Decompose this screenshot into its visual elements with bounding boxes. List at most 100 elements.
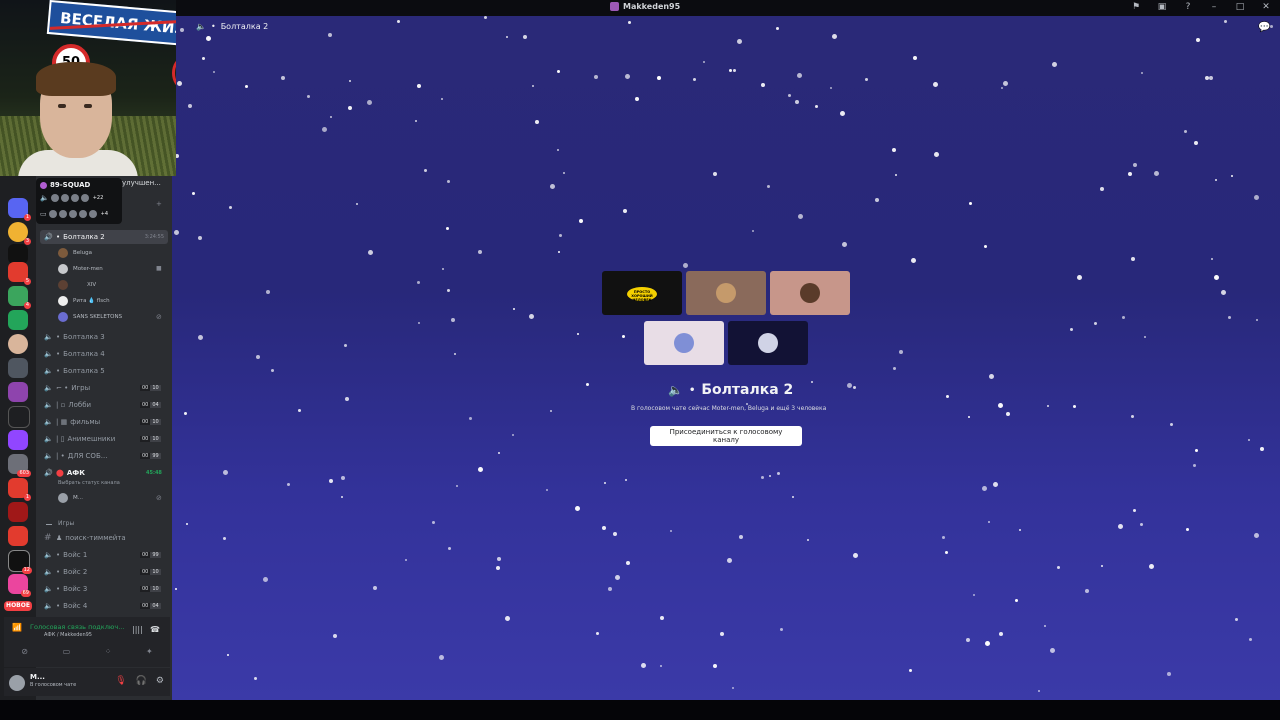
channel-filmy[interactable]: 🔈 | ▦ фильмы 00 10 [44, 415, 161, 429]
user-limit: 00 04 [140, 402, 161, 408]
voice-location[interactable]: АФК / Makkeden95 [44, 632, 92, 638]
snowflake [532, 85, 534, 87]
server-icon[interactable]: 69 [8, 574, 31, 597]
headphones-icon[interactable]: 🎧 [136, 676, 147, 686]
film-icon: | ▦ [56, 418, 68, 426]
voice-member[interactable]: Рита 💧 flsch [58, 294, 110, 308]
user-max: 10 [150, 569, 161, 575]
server-icon[interactable] [8, 382, 28, 402]
disconnect-icon[interactable]: ☎ [150, 625, 160, 634]
server-icon[interactable] [8, 526, 28, 546]
voice-status[interactable]: Голосовая связь подключ... [30, 623, 124, 631]
help-icon[interactable]: ? [1182, 2, 1194, 12]
snowflake [328, 33, 332, 37]
snowflake [186, 523, 188, 525]
voice-member[interactable]: XIV [58, 278, 96, 292]
voice-member[interactable]: Moter-men [58, 262, 103, 276]
separator-dot: • [56, 568, 61, 576]
add-icon[interactable]: + [156, 200, 162, 208]
channel-bolltalka-5[interactable]: 🔈 • Болталка 5 [44, 364, 105, 378]
participant-tile[interactable] [644, 321, 724, 365]
user-limit: 00 10 [140, 586, 161, 592]
server-icon[interactable]: 4 [8, 286, 31, 309]
channel-lobby[interactable]: 🔈 | ▫ Лобби 00 04 [44, 398, 161, 412]
mic-muted-icon[interactable]: 🎙 [115, 676, 126, 686]
channel-voys-2[interactable]: 🔈 • Войс 2 00 10 [44, 565, 161, 579]
screen-share-icon[interactable]: ▭ [63, 647, 71, 656]
channel-poisk-timmeyta[interactable]: # ♟ поиск-тиммейта [44, 531, 126, 545]
camera-icon: ■ [156, 265, 162, 272]
server-icon[interactable]: 5 [8, 262, 31, 285]
channel-bolltalka-3[interactable]: 🔈 • Болталка 3 [44, 330, 105, 344]
voice-member[interactable]: M... [58, 491, 83, 505]
snowflake [968, 416, 970, 418]
snowflake [1050, 648, 1055, 653]
server-icon[interactable]: 603 [8, 454, 31, 477]
channel-igry[interactable]: 🔈 ⌐ • Игры 00 10 [44, 381, 161, 395]
avatar [58, 248, 68, 258]
channel-dlya-sob[interactable]: 🔈 | • ДЛЯ СОБ... 00 99 [44, 449, 161, 463]
road-sign: ВЕСЕЛАЯ ЖИЗ [46, 0, 176, 47]
snowflake [484, 16, 487, 19]
snowflake [720, 632, 724, 636]
snowflake [713, 664, 717, 668]
close-icon[interactable]: ✕ [1260, 2, 1272, 12]
server-icon[interactable] [8, 244, 28, 264]
separator-dot: • [688, 384, 696, 396]
soundboard-icon[interactable]: ✦ [146, 647, 153, 656]
channel-status[interactable]: Выбрать статус канала [58, 480, 120, 486]
snowflake [1196, 38, 1200, 42]
user-avatar[interactable] [9, 675, 25, 691]
channel-afk[interactable]: 🔊 ⬤ АФК 45:48 [44, 466, 162, 480]
minimize-icon[interactable]: – [1208, 2, 1220, 12]
snowflake [909, 669, 912, 672]
category-igry[interactable]: Игры [58, 520, 74, 527]
avatar [60, 194, 69, 202]
server-icon[interactable] [8, 358, 28, 378]
camera-off-icon[interactable]: ⊘ [21, 647, 28, 656]
twitch-icon[interactable] [8, 430, 28, 450]
maximize-icon[interactable]: □ [1234, 2, 1246, 12]
user-count: 00 [140, 436, 151, 442]
participant-tile[interactable] [686, 271, 766, 315]
server-icon[interactable]: 1 [8, 198, 31, 221]
chat-icon[interactable]: 💬 [1258, 22, 1270, 33]
channel-animeshniki[interactable]: 🔈 | ▯ Анимешники 00 10 [44, 432, 161, 446]
participant-tile[interactable]: ПРОСТО ХОРОШИЙ ЧЕЛОВЕК [602, 271, 682, 315]
snowflake [613, 532, 617, 536]
voice-member[interactable]: SANS SKELETONS [58, 310, 122, 324]
activities-icon[interactable]: ⁘ [105, 647, 112, 656]
monitor-icon[interactable]: ▣ [1156, 2, 1168, 12]
server-icon[interactable]: 3 [8, 222, 31, 245]
noise-suppression-icon[interactable]: |||| [132, 625, 143, 634]
snowflake [1205, 76, 1209, 80]
server-icon[interactable] [8, 406, 30, 428]
snowflake [563, 172, 565, 174]
server-name[interactable]: улучшен... [122, 179, 161, 187]
channel-voys-3[interactable]: 🔈 • Войс 3 00 10 [44, 582, 161, 596]
join-voice-button[interactable]: Присоединиться к голосовому каналу [650, 426, 802, 446]
snowflake [933, 82, 938, 87]
channel-voys-4[interactable]: 🔈 • Войс 4 00 04 [44, 599, 161, 613]
username[interactable]: M... [30, 673, 45, 681]
server-icon[interactable] [8, 502, 28, 522]
server-icon[interactable]: 1 [8, 478, 31, 501]
channel-voys-1[interactable]: 🔈 • Войс 1 00 99 [44, 548, 161, 562]
snowflake [625, 479, 627, 481]
title-bar: Makkeden95 ⚑ ▣ ? – □ ✕ [0, 0, 1280, 16]
channel-bolltalka-2[interactable]: 🔊 • Болталка 2 3:24:55 [40, 230, 168, 244]
snowflake [1122, 316, 1125, 319]
user-max: 99 [150, 453, 161, 459]
server-icon[interactable] [8, 334, 28, 354]
settings-gear-icon[interactable]: ⚙ [156, 676, 164, 686]
snowflake [559, 234, 562, 237]
participant-tile[interactable] [770, 271, 850, 315]
inbox-icon[interactable]: ⚑ [1130, 2, 1142, 12]
server-icon[interactable] [8, 310, 28, 330]
voice-member[interactable]: Beluga [58, 246, 92, 260]
participant-tile[interactable] [728, 321, 808, 365]
server-icon[interactable]: 12 [8, 550, 32, 574]
snowflake [1209, 76, 1213, 80]
channel-bolltalka-4[interactable]: 🔈 • Болталка 4 [44, 347, 105, 361]
avatar [58, 210, 67, 218]
